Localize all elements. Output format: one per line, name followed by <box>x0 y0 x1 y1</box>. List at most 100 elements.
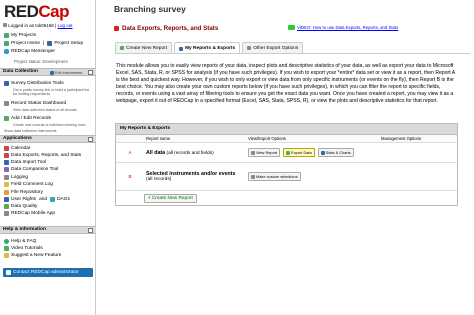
help-header: Help & Information <box>0 226 96 234</box>
reports-table-header: My Reports & Exports <box>116 124 457 135</box>
menu-survey-distribution[interactable]: Survey Distribution Tools <box>4 81 64 86</box>
app-file-repository[interactable]: File Repository <box>4 190 43 195</box>
view-export-options: Make custom selections <box>248 163 381 190</box>
module-description: This module allows you to easily view re… <box>116 63 455 104</box>
report-title: All data <box>146 149 166 156</box>
app-data-exports[interactable]: Data Exports, Reports, and Stats <box>4 153 81 158</box>
view-icon <box>251 150 255 155</box>
help-faq[interactable]: Help & FAQ <box>4 239 36 244</box>
user-icon <box>4 197 9 202</box>
app-dags[interactable]: DAGs <box>57 197 70 202</box>
make-custom-selections-button[interactable]: Make custom selections <box>248 172 301 181</box>
app-field-comment-log[interactable]: Field Comment Log <box>4 182 53 187</box>
edit-records-icon <box>4 116 9 121</box>
app-data-import[interactable]: Data Import Tool <box>4 160 46 165</box>
tab-other-export-options[interactable]: Other Export Options <box>242 42 304 53</box>
report-note: (all records) <box>146 177 172 182</box>
column-headers: Report name View/Export Options Manageme… <box>116 135 457 143</box>
nav-my-projects-label: My Projects <box>11 33 37 38</box>
applications-title: Applications <box>3 136 32 141</box>
export-icon <box>286 150 291 155</box>
import-icon <box>4 160 9 165</box>
help-title: Help & Information <box>3 227 46 232</box>
plus-icon: + <box>148 195 151 201</box>
chart-icon <box>320 150 325 155</box>
page-subtitle: Data Exports, Reports, and Stats <box>114 25 218 32</box>
menu-survey-distribution-desc: Get a public survey link or build a part… <box>13 88 89 96</box>
pencil-icon <box>50 71 54 75</box>
video-tutorial-link[interactable]: VIDEO: How to use Data Exports, Reports,… <box>288 25 398 30</box>
nav-project-setup[interactable]: Project Setup <box>54 41 83 46</box>
help-icon <box>4 239 9 244</box>
report-name: Selected instruments and/or events (all … <box>144 163 248 190</box>
table-row: B Selected instruments and/or events (al… <box>116 163 457 191</box>
lightbulb-icon <box>4 253 9 258</box>
collapse-toggle-icon[interactable] <box>88 137 93 142</box>
app-user-rights-dags: User Rights and DAGs <box>4 197 70 202</box>
nav-project-home[interactable]: Project Home <box>11 41 40 46</box>
quality-icon <box>4 204 9 209</box>
messenger-icon <box>4 49 9 54</box>
help-suggest-feature[interactable]: Suggest a New Feature <box>4 253 61 258</box>
collapse-toggle-icon[interactable] <box>88 70 93 75</box>
export-icon <box>4 153 9 158</box>
menu-record-status-desc: View data collection status of all recor… <box>13 108 77 112</box>
compare-icon <box>4 167 9 172</box>
collapse-toggle-icon[interactable] <box>88 228 93 233</box>
report-note: (all records and fields) <box>166 150 214 156</box>
plus-icon <box>120 46 124 50</box>
data-collection-header: Data Collection Edit instruments <box>0 68 96 76</box>
mobile-icon <box>4 211 9 216</box>
column-header-report-name: Report name <box>146 136 171 141</box>
redcap-logo[interactable]: REDCap <box>4 2 70 22</box>
logging-icon <box>4 175 9 180</box>
reports-table: My Reports & Exports Report name View/Ex… <box>115 123 458 206</box>
view-export-options: View Report Export Data Stats & Charts <box>248 143 381 162</box>
app-user-rights[interactable]: User Rights <box>11 197 36 202</box>
calendar-icon <box>4 146 9 151</box>
logout-link[interactable]: Log out <box>57 23 72 28</box>
app-calendar[interactable]: Calendar <box>4 146 30 151</box>
project-status: Project status: Development <box>14 59 68 64</box>
dashboard-icon <box>4 101 9 106</box>
app-mobile-app[interactable]: REDCap Mobile App <box>4 211 55 216</box>
create-new-report-button[interactable]: + Create New Report <box>144 193 197 203</box>
app-logging[interactable]: Logging <box>4 175 28 180</box>
mail-icon <box>6 270 11 275</box>
report-name: All data (all records and fields) <box>144 143 248 162</box>
menu-record-status-dashboard[interactable]: Record Status Dashboard <box>4 101 66 106</box>
menu-add-edit-records[interactable]: Add / Edit Records <box>4 116 51 121</box>
add-report-row: + Create New Report <box>116 191 457 205</box>
nav-project-home-setup: Project Home | Project Setup <box>4 41 83 46</box>
folder-icon <box>4 190 9 195</box>
tab-create-new-report[interactable]: Create New Report <box>115 42 173 53</box>
main-content: Branching survey Data Exports, Reports, … <box>97 0 474 315</box>
login-text: Logged in as tok06168 <box>8 23 54 28</box>
app-data-comparison[interactable]: Data Comparison Tool <box>4 167 58 172</box>
export-options-icon <box>247 46 252 50</box>
edit-instruments-link[interactable]: Edit instruments <box>50 70 82 76</box>
app-data-quality[interactable]: Data Quality <box>4 204 37 209</box>
export-icon <box>114 26 119 31</box>
stats-charts-button[interactable]: Stats & Charts <box>317 148 354 157</box>
nav-my-projects[interactable]: My Projects <box>4 33 36 38</box>
nav-redcap-messenger[interactable]: REDCap Messenger <box>4 49 55 54</box>
tab-bar: Create New Report My Reports & Exports O… <box>115 42 304 54</box>
export-data-button[interactable]: Export Data <box>283 148 315 157</box>
column-header-view-export: View/Export Options <box>248 136 286 141</box>
help-video-tutorials[interactable]: Video Tutorials <box>4 246 43 251</box>
video-icon <box>4 246 9 251</box>
contact-admin-button[interactable]: Contact REDCap administrator <box>3 268 93 277</box>
login-status: Logged in as tok06168 | Log out <box>3 23 73 28</box>
comment-icon <box>4 182 9 187</box>
sidebar: REDCap Logged in as tok06168 | Log out M… <box>0 0 96 315</box>
table-row: A All data (all records and fields) View… <box>116 143 457 163</box>
column-header-management: Management Options <box>381 136 422 141</box>
view-report-button[interactable]: View Report <box>248 148 281 157</box>
menu-add-edit-desc: Create new records or edit/view existing… <box>13 123 86 127</box>
house-icon <box>4 41 9 46</box>
house-icon <box>4 33 9 38</box>
list-icon <box>47 41 53 46</box>
column-header-letter <box>116 135 144 142</box>
show-instruments-link[interactable]: Show data collection instruments <box>4 129 57 133</box>
